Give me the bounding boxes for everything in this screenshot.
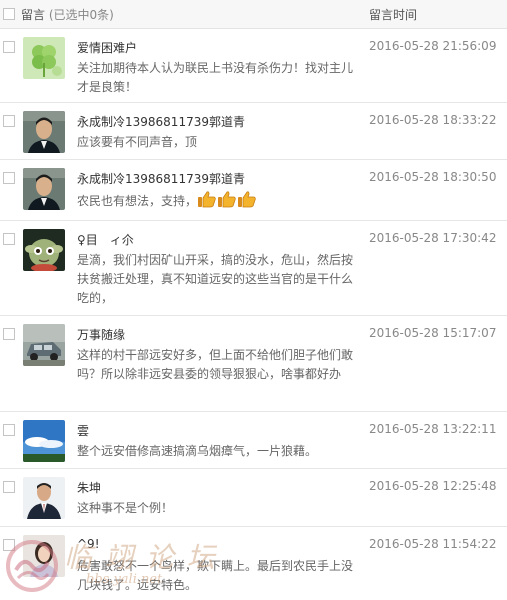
avatar bbox=[23, 420, 65, 462]
select-all-checkbox[interactable] bbox=[3, 8, 15, 20]
comment-row: 爱情困难户 关注加期待本人认为联民上书没有杀伤力！找对主儿才是良策！ 2016-… bbox=[0, 29, 507, 103]
comment-row: 万事随缘 这样的村干部远安好多，但上面不给他们胆子他们敢吗？所以除非远安县委的领… bbox=[0, 316, 507, 412]
comment-text: 整个远安借修高速搞滴乌烟瘴气，一片狼藉。 bbox=[77, 444, 318, 458]
comment-row: 雲 整个远安借修高速搞滴乌烟瘴气，一片狼藉。 2016-05-28 13:22:… bbox=[0, 412, 507, 469]
time-column-header: 留言时间 bbox=[369, 8, 418, 22]
row-checkbox[interactable] bbox=[3, 172, 15, 184]
thumbs-up-emoji-group bbox=[197, 191, 257, 208]
row-checkbox[interactable] bbox=[3, 115, 15, 127]
comment-row: ^9! 危害敢怒不一个鸟样，欺下瞒上。最后到农民手上没几块钱了。远安特色。 20… bbox=[0, 527, 507, 600]
message-column-label: 留言 bbox=[21, 8, 46, 22]
row-checkbox[interactable] bbox=[3, 41, 15, 53]
sky-avatar-icon bbox=[23, 420, 65, 462]
comment-row: 永成制冷13986811739郭道青 应该要有不同声音，顶 2016-05-28… bbox=[0, 103, 507, 160]
row-checkbox[interactable] bbox=[3, 328, 15, 340]
comment-text: 农民也有想法，支持， bbox=[77, 190, 353, 211]
avatar bbox=[23, 37, 65, 79]
avatar bbox=[23, 229, 65, 271]
comment-text: 这种事不是个例！ bbox=[77, 501, 174, 515]
comment-time: 2016-05-28 18:30:50 bbox=[369, 170, 497, 184]
comment-author[interactable]: 永成制冷13986811739郭道青 bbox=[77, 113, 245, 130]
comment-text: 危害敢怒不一个鸟样，欺下瞒上。最后到农民手上没几块钱了。远安特色。 bbox=[77, 559, 354, 592]
clover-avatar-icon bbox=[23, 37, 65, 79]
avatar bbox=[23, 477, 65, 519]
comment-author[interactable]: 万事随缘 bbox=[77, 326, 125, 343]
comment-author[interactable]: ^9! bbox=[77, 537, 100, 551]
row-checkbox[interactable] bbox=[3, 233, 15, 245]
row-checkbox[interactable] bbox=[3, 424, 15, 436]
comment-time: 2016-05-28 11:54:22 bbox=[369, 537, 497, 551]
comment-time: 2016-05-28 18:33:22 bbox=[369, 113, 497, 127]
thumbs-up-icon bbox=[198, 191, 216, 208]
comment-author[interactable]: 爱情困难户 bbox=[77, 39, 137, 56]
comment-time: 2016-05-28 21:56:09 bbox=[369, 39, 497, 53]
comment-time: 2016-05-28 12:25:48 bbox=[369, 479, 497, 493]
list-header: 留言 (已选中0条) 留言时间 bbox=[0, 0, 507, 29]
comment-row: 永成制冷13986811739郭道青 农民也有想法，支持， 2016-05-28… bbox=[0, 160, 507, 221]
selected-count: (已选中0条) bbox=[48, 8, 114, 22]
comment-author[interactable]: 雲 bbox=[77, 422, 89, 439]
car-avatar-icon bbox=[23, 324, 65, 366]
row-checkbox[interactable] bbox=[3, 539, 15, 551]
comment-text: 应该要有不同声音，顶 bbox=[77, 135, 198, 149]
comment-author[interactable]: 永成制冷13986811739郭道青 bbox=[77, 170, 245, 187]
suit-avatar-icon bbox=[23, 477, 65, 519]
row-checkbox[interactable] bbox=[3, 481, 15, 493]
comment-text: 是滴，我们村因矿山开采，搞的没水，危山，然后按扶贫搬迁处理，真不知道远安的这些当… bbox=[77, 253, 354, 305]
comment-author[interactable]: 朱坤 bbox=[77, 479, 101, 496]
man-avatar-icon bbox=[23, 111, 65, 153]
girl-avatar-icon bbox=[23, 535, 65, 577]
comment-time: 2016-05-28 15:17:07 bbox=[369, 326, 497, 340]
avatar bbox=[23, 111, 65, 153]
man-avatar-icon bbox=[23, 168, 65, 210]
comment-row: ♀目 ィ尒 是滴，我们村因矿山开采，搞的没水，危山，然后按扶贫搬迁处理，真不知道… bbox=[0, 221, 507, 316]
comment-text: 这样的村干部远安好多，但上面不给他们胆子他们敢吗？所以除非远安县委的领导狠狠心，… bbox=[77, 348, 354, 381]
comment-author[interactable]: ♀目 ィ尒 bbox=[77, 231, 134, 248]
comment-time: 2016-05-28 17:30:42 bbox=[369, 231, 497, 245]
avatar bbox=[23, 535, 65, 577]
message-column-header: 留言 (已选中0条) bbox=[21, 6, 114, 23]
thumbs-up-icon bbox=[238, 191, 256, 208]
comment-row: 朱坤 这种事不是个例！ 2016-05-28 12:25:48 bbox=[0, 469, 507, 527]
cartoon-avatar-icon bbox=[23, 229, 65, 271]
avatar bbox=[23, 168, 65, 210]
comment-text-body: 农民也有想法，支持， bbox=[77, 194, 198, 208]
avatar bbox=[23, 324, 65, 366]
comment-time: 2016-05-28 13:22:11 bbox=[369, 422, 497, 436]
thumbs-up-icon bbox=[218, 191, 236, 208]
comment-text: 关注加期待本人认为联民上书没有杀伤力！找对主儿才是良策！ bbox=[77, 61, 354, 94]
